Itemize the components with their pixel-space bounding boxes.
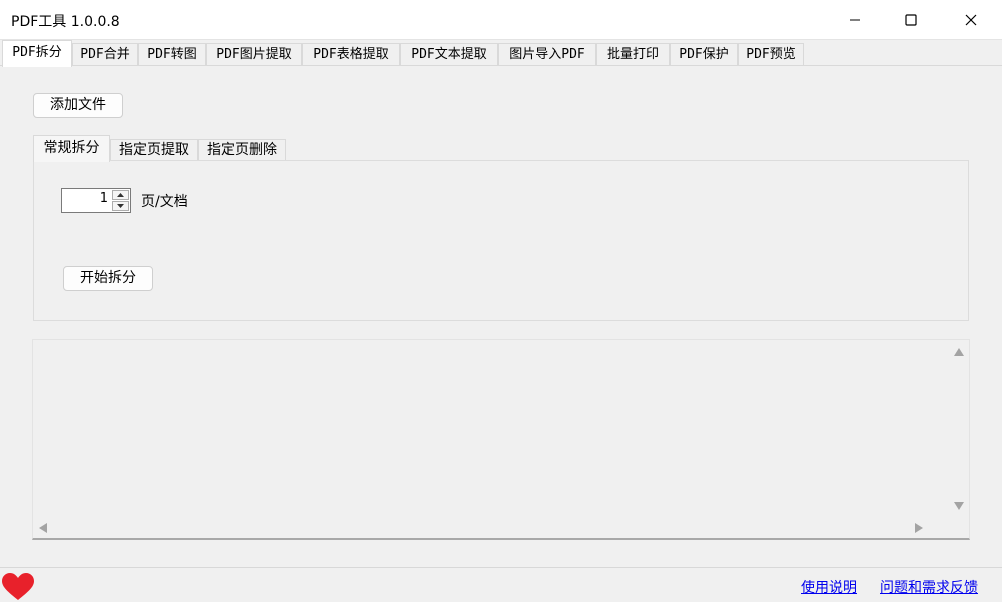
status-bar: 使用说明 问题和需求反馈	[0, 567, 1002, 602]
add-file-button[interactable]: 添加文件	[33, 93, 123, 118]
minimize-icon	[850, 19, 860, 21]
output-log-area[interactable]	[32, 339, 970, 540]
title-bar: PDF工具 1.0.0.8	[0, 0, 1002, 40]
tab-pdf-protect[interactable]: PDF保护	[670, 43, 738, 65]
tab-regular-split[interactable]: 常规拆分	[33, 135, 110, 162]
maximize-icon	[905, 14, 917, 26]
stepper-down-button[interactable]	[112, 201, 129, 211]
minimize-button[interactable]	[830, 0, 880, 40]
pages-per-document-label: 页/文档	[141, 194, 188, 210]
tab-pdf-merge[interactable]: PDF合并	[72, 43, 138, 65]
pages-per-document-value[interactable]: 1	[100, 191, 108, 206]
split-options-panel	[33, 160, 969, 321]
vertical-scrollbar[interactable]	[949, 340, 969, 518]
scroll-left-icon[interactable]	[39, 523, 47, 533]
tab-pdf-preview[interactable]: PDF预览	[738, 43, 804, 65]
close-icon	[965, 14, 977, 26]
scroll-up-icon[interactable]	[954, 348, 964, 356]
triangle-down-icon	[117, 204, 124, 208]
tab-extract-pages[interactable]: 指定页提取	[110, 139, 198, 161]
horizontal-scrollbar[interactable]	[33, 518, 949, 538]
tab-pdf-table-extract[interactable]: PDF表格提取	[302, 43, 400, 65]
tab-image-to-pdf[interactable]: 图片导入PDF	[498, 43, 596, 65]
tab-pdf-to-image[interactable]: PDF转图	[138, 43, 206, 65]
triangle-up-icon	[117, 193, 124, 197]
tab-pdf-image-extract[interactable]: PDF图片提取	[206, 43, 302, 65]
help-link[interactable]: 使用说明	[801, 577, 857, 597]
heart-icon[interactable]	[2, 573, 34, 601]
scroll-down-icon[interactable]	[954, 502, 964, 510]
start-split-button[interactable]: 开始拆分	[63, 266, 153, 291]
tab-pdf-text-extract[interactable]: PDF文本提取	[400, 43, 498, 65]
maximize-button[interactable]	[886, 0, 936, 40]
scroll-right-icon[interactable]	[915, 523, 923, 533]
close-button[interactable]	[946, 0, 996, 40]
feedback-link[interactable]: 问题和需求反馈	[880, 577, 978, 597]
pages-per-document-stepper[interactable]: 1	[61, 188, 131, 213]
tab-batch-print[interactable]: 批量打印	[596, 43, 670, 65]
stepper-up-button[interactable]	[112, 190, 129, 200]
tab-delete-pages[interactable]: 指定页删除	[198, 139, 286, 161]
main-tab-bar: PDF拆分 PDF合并 PDF转图 PDF图片提取 PDF表格提取 PDF文本提…	[0, 40, 1002, 67]
window-title: PDF工具 1.0.0.8	[11, 14, 120, 30]
tab-pdf-split[interactable]: PDF拆分	[2, 40, 72, 67]
